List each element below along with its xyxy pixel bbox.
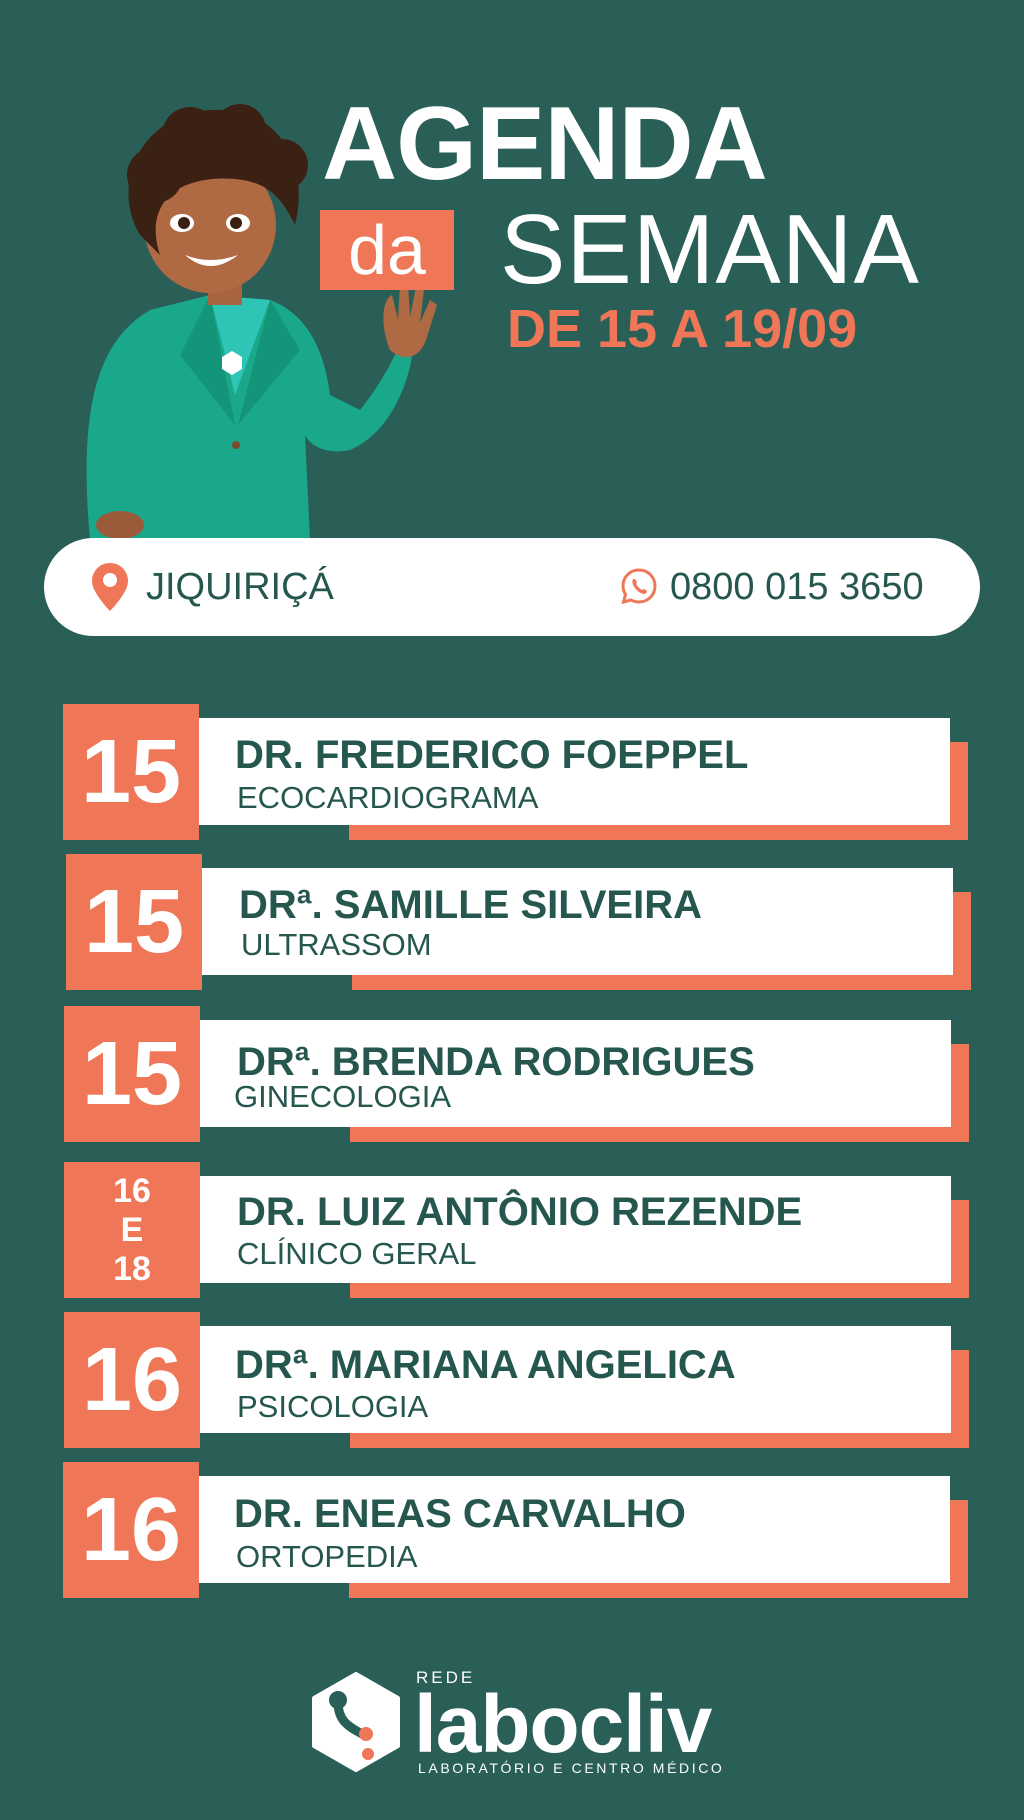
day-badge: 15: [66, 854, 202, 990]
day-number: 15: [83, 872, 185, 972]
specialty: CLÍNICO GERAL: [237, 1236, 477, 1271]
logo-wordmark: labocliv: [414, 1679, 712, 1770]
labocliv-logo-icon: [312, 1672, 400, 1772]
schedule-row: 16 DRª. MARIANA ANGELICA PSICOLOGIA: [0, 1312, 1024, 1448]
day-badge: 15: [64, 1006, 200, 1142]
doctor-name: DR. ENEAS CARVALHO: [234, 1492, 686, 1536]
title-semana: SEMANA: [500, 194, 920, 304]
doctor-name: DRª. MARIANA ANGELICA: [235, 1343, 736, 1387]
day-badge: 16: [63, 1462, 199, 1598]
schedule-row: 16 DR. ENEAS CARVALHO ORTOPEDIA: [0, 1462, 1024, 1598]
doctor-name: DR. FREDERICO FOEPPEL: [235, 733, 749, 777]
day-number: 16: [80, 1480, 182, 1580]
title-agenda: AGENDA: [322, 86, 768, 202]
schedule-row: 16 E 18 DR. LUIZ ANTÔNIO REZENDE CLÍNICO…: [0, 1162, 1024, 1298]
day-line-conjunction: E: [120, 1210, 144, 1249]
day-number: 15: [80, 722, 182, 822]
day-line-end: 18: [113, 1249, 151, 1288]
specialty: ORTOPEDIA: [236, 1539, 418, 1574]
title-da-box: da: [320, 210, 454, 290]
whatsapp-icon: [621, 568, 657, 605]
doctor-name: DRª. SAMILLE SILVEIRA: [239, 883, 702, 927]
day-line-start: 16: [113, 1171, 151, 1210]
specialty: GINECOLOGIA: [234, 1079, 452, 1114]
day-number: 16: [81, 1330, 183, 1430]
phone-number[interactable]: 0800 015 3650: [670, 566, 924, 608]
logo-tagline: LABORATÓRIO E CENTRO MÉDICO: [418, 1760, 725, 1776]
schedule-row: 15 DRª. BRENDA RODRIGUES GINECOLOGIA: [0, 1006, 1024, 1142]
specialty: ECOCARDIOGRAMA: [237, 780, 539, 815]
specialty: ULTRASSOM: [241, 927, 432, 962]
title-da: da: [348, 211, 426, 289]
doctor-name: DR. LUIZ ANTÔNIO REZENDE: [237, 1190, 803, 1234]
schedule-row: 15 DR. FREDERICO FOEPPEL ECOCARDIOGRAMA: [0, 704, 1024, 840]
specialty: PSICOLOGIA: [237, 1389, 429, 1424]
day-number: 15: [81, 1024, 183, 1124]
day-badge: 16: [64, 1312, 200, 1448]
day-badge: 15: [63, 704, 199, 840]
schedule-row: 15 DRª. SAMILLE SILVEIRA ULTRASSOM: [0, 854, 1024, 990]
city-label: JIQUIRIÇÁ: [146, 566, 334, 608]
date-range: DE 15 A 19/09: [507, 299, 858, 359]
doctor-name: DRª. BRENDA RODRIGUES: [237, 1040, 755, 1084]
map-pin-icon: [92, 563, 128, 611]
day-badge: 16 E 18: [64, 1162, 200, 1298]
